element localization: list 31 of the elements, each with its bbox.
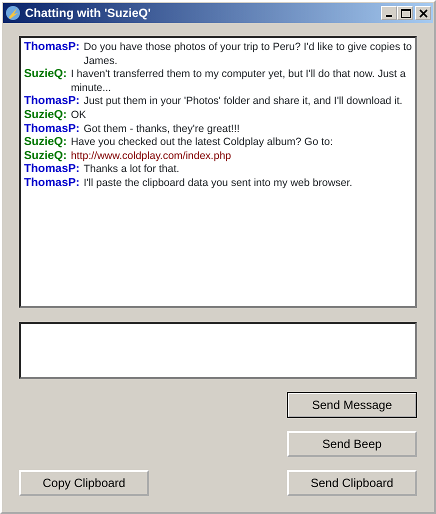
sender-name: SuzieQ: [24, 150, 67, 164]
message-input[interactable] [19, 322, 417, 379]
message-text: I'll paste the clipboard data you sent into my web browser. [84, 176, 352, 191]
sender-name: ThomasP: [24, 176, 80, 191]
send-clipboard-button[interactable]: Send Clipboard [287, 470, 417, 496]
send-beep-button[interactable]: Send Beep [287, 431, 417, 457]
sender-name: ThomasP: [24, 95, 80, 109]
message-text: Have you checked out the latest Coldplay album? Go to: [70, 136, 333, 150]
maximize-icon [400, 8, 410, 18]
sender-name: ThomasP: [24, 41, 80, 55]
message-link[interactable]: http://www.coldplay.com/index.php [70, 150, 232, 164]
maximize-button[interactable] [397, 6, 413, 20]
message-text: Got them - thanks, they're great!!! [84, 122, 240, 136]
minimize-button[interactable] [381, 6, 397, 20]
message-text: Do you have those photos of your trip to Peru? I'd like to give copies to James. [84, 41, 412, 68]
close-button[interactable] [415, 6, 431, 20]
message-text: I haven't transferred them to my computer yet, but I'll do that now. Just a minute... [70, 68, 407, 96]
send-message-button[interactable]: Send Message [287, 392, 417, 418]
message-text: Thanks a lot for that. [84, 163, 180, 177]
close-icon [418, 8, 428, 18]
copy-clipboard-button[interactable]: Copy Clipboard [19, 470, 149, 496]
minimize-icon [386, 15, 392, 17]
app-icon [5, 5, 21, 21]
window-title: Chatting with 'SuzieQ' [25, 5, 152, 22]
message-text: OK [70, 108, 86, 123]
sender-name: SuzieQ: [24, 68, 67, 82]
sender-name: SuzieQ: [24, 108, 67, 123]
sender-name: ThomasP: [24, 122, 80, 136]
sender-name: SuzieQ: [24, 136, 67, 150]
message-text: Just put them in your 'Photos' folder and share it, and I'll download it. [84, 95, 402, 109]
sender-name: ThomasP: [24, 163, 80, 177]
